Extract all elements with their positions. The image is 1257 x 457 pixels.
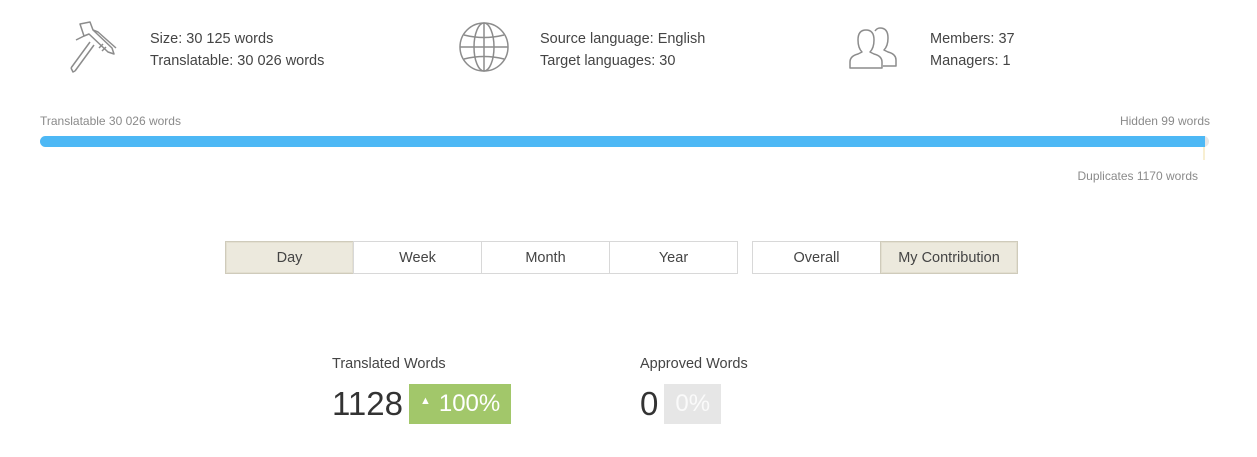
translated-words-metric: Translated Words 1128 ▲ 100% [332,356,512,424]
translatable-label: Translatable 30 026 words [40,114,181,128]
translated-words-value: 1128 [332,385,403,422]
translatable-text: Translatable: 30 026 words [150,53,325,69]
source-language-text: Source language: English [540,31,706,47]
approved-words-value: 0 [640,385,659,422]
approved-words-label: Approved Words [640,356,748,372]
translated-words-label: Translated Words [332,356,446,372]
target-languages-text: Target languages: 30 [540,53,676,69]
translated-change-badge: ▲ 100% [408,384,512,424]
translated-change-percent: 100% [438,390,501,417]
managers-text: Managers: 1 [930,53,1011,69]
tab-overall[interactable]: Overall [752,241,881,274]
tab-day[interactable]: Day [225,241,354,274]
duplicates-segment [1203,147,1205,160]
tab-week[interactable]: Week [353,241,482,274]
size-text: Size: 30 125 words [150,31,274,47]
tab-my-contribution[interactable]: My Contribution [880,241,1018,274]
tab-month[interactable]: Month [481,241,610,274]
approved-change-percent: 0% [675,390,711,417]
caliper-icon [70,21,117,73]
users-icon [849,27,897,69]
globe-icon [459,22,509,72]
progress-bar [40,136,1209,147]
progress-bar-fill [40,136,1205,147]
approved-words-metric: Approved Words 0 0% [640,356,748,424]
tab-year[interactable]: Year [609,241,738,274]
duplicates-label: Duplicates 1170 words [1077,169,1198,183]
period-tabs: Day Week Month Year [225,241,738,274]
arrow-up-icon: ▲ [419,395,431,407]
members-text: Members: 37 [930,31,1015,47]
hidden-label: Hidden 99 words [1119,114,1210,128]
approved-change-badge: 0% [664,384,722,424]
scope-tabs: Overall My Contribution [752,241,1018,274]
